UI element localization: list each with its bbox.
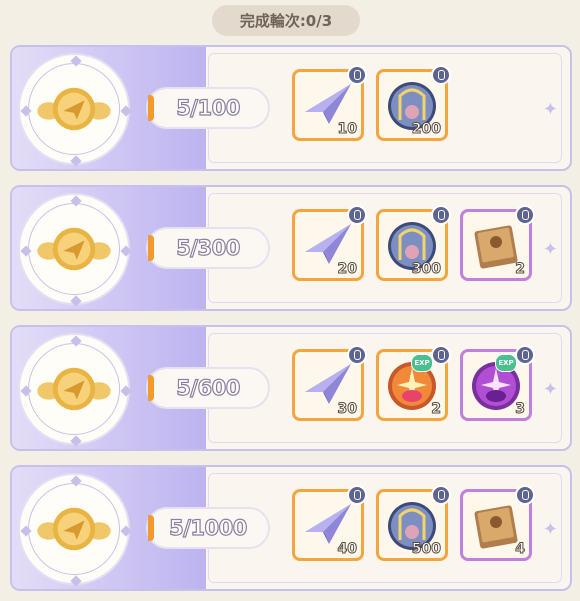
tier-row: ✦ 5/1000 40 500 4 (10, 465, 572, 591)
reward-count: 40 (337, 541, 358, 558)
medal-icon (18, 193, 132, 307)
medal-icon (18, 333, 132, 447)
progress-bar: 5/300 (146, 227, 270, 269)
reward-item[interactable]: 40 (292, 485, 367, 561)
lock-icon (515, 345, 535, 365)
reward-count: 300 (411, 261, 441, 278)
progress-text: 5/300 (176, 235, 241, 260)
lock-icon (431, 65, 451, 85)
progress-bar: 5/1000 (146, 507, 270, 549)
reward-item[interactable]: 4 (460, 485, 535, 561)
reward-count: 200 (411, 121, 441, 138)
progress-bar: 5/600 (146, 367, 270, 409)
lock-icon (515, 205, 535, 225)
sparkle-icon: ✦ (542, 379, 558, 400)
sparkle-icon: ✦ (542, 239, 558, 260)
reward-item[interactable]: 20 (292, 205, 367, 281)
reward-count: 10 (337, 121, 358, 138)
reward-item[interactable]: 500 (376, 485, 451, 561)
progress-text: 5/1000 (169, 515, 248, 540)
reward-item[interactable]: 2 (460, 205, 535, 281)
reward-count: 30 (337, 401, 358, 418)
reward-count: 3 (515, 401, 526, 418)
sparkle-icon: ✦ (542, 519, 558, 540)
reward-count: 4 (515, 541, 526, 558)
exp-badge: EXP (495, 354, 517, 372)
lock-icon (431, 485, 451, 505)
progress-text: 5/100 (176, 95, 241, 120)
lock-icon (515, 485, 535, 505)
medal-icon (18, 53, 132, 167)
reward-item[interactable]: 2 EXP (376, 345, 451, 421)
reward-count: 500 (411, 541, 441, 558)
lock-icon (347, 345, 367, 365)
lock-icon (431, 205, 451, 225)
reward-count: 20 (337, 261, 358, 278)
reward-item[interactable]: 10 (292, 65, 367, 141)
medal-icon (18, 473, 132, 587)
reward-item[interactable]: 30 (292, 345, 367, 421)
progress-text: 5/600 (176, 375, 241, 400)
lock-icon (431, 345, 451, 365)
sparkle-icon: ✦ (542, 99, 558, 120)
reward-count: 2 (431, 401, 442, 418)
lock-icon (347, 205, 367, 225)
reward-item[interactable]: 300 (376, 205, 451, 281)
reward-item[interactable]: 200 (376, 65, 451, 141)
tier-row: ✦ 5/600 30 2 EXP 3 EXP (10, 325, 572, 451)
lock-icon (347, 485, 367, 505)
rounds-counter: 完成輪次:0/3 (212, 5, 360, 36)
reward-item[interactable]: 3 EXP (460, 345, 535, 421)
progress-bar: 5/100 (146, 87, 270, 129)
exp-badge: EXP (411, 354, 433, 372)
tier-row: ✦ 5/300 20 300 2 (10, 185, 572, 311)
tier-row: ✦ 5/100 10 200 (10, 45, 572, 171)
lock-icon (347, 65, 367, 85)
reward-count: 2 (515, 261, 526, 278)
